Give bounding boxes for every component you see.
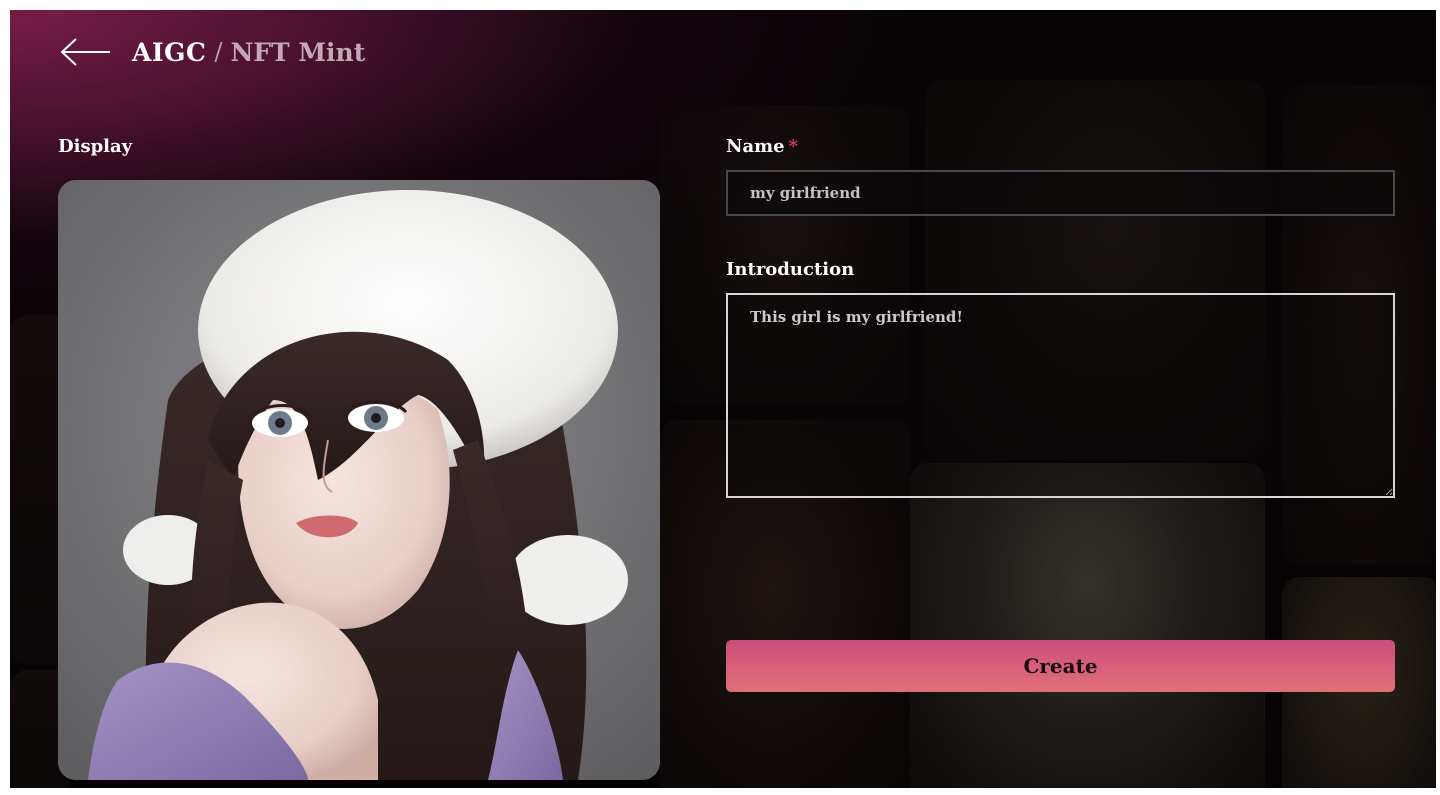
introduction-textarea[interactable]: This girl is my girlfriend!	[726, 293, 1395, 498]
required-mark: *	[788, 136, 799, 157]
arrow-left-icon[interactable]	[58, 37, 114, 67]
name-label: Name *	[726, 136, 798, 157]
nft-mint-page: AIGC / NFT Mint Display Name * my girlfr…	[10, 10, 1436, 788]
breadcrumb-separator: /	[214, 38, 223, 66]
display-label: Display	[58, 136, 133, 157]
breadcrumb-root[interactable]: AIGC	[132, 38, 206, 67]
name-input[interactable]	[726, 170, 1395, 216]
name-label-text: Name	[726, 136, 785, 157]
breadcrumb: AIGC / NFT Mint	[58, 32, 365, 72]
create-button[interactable]: Create	[726, 640, 1395, 692]
introduction-label: Introduction	[726, 259, 855, 280]
display-image[interactable]	[58, 180, 660, 780]
portrait-image	[58, 180, 660, 780]
breadcrumb-current: NFT Mint	[230, 37, 366, 67]
